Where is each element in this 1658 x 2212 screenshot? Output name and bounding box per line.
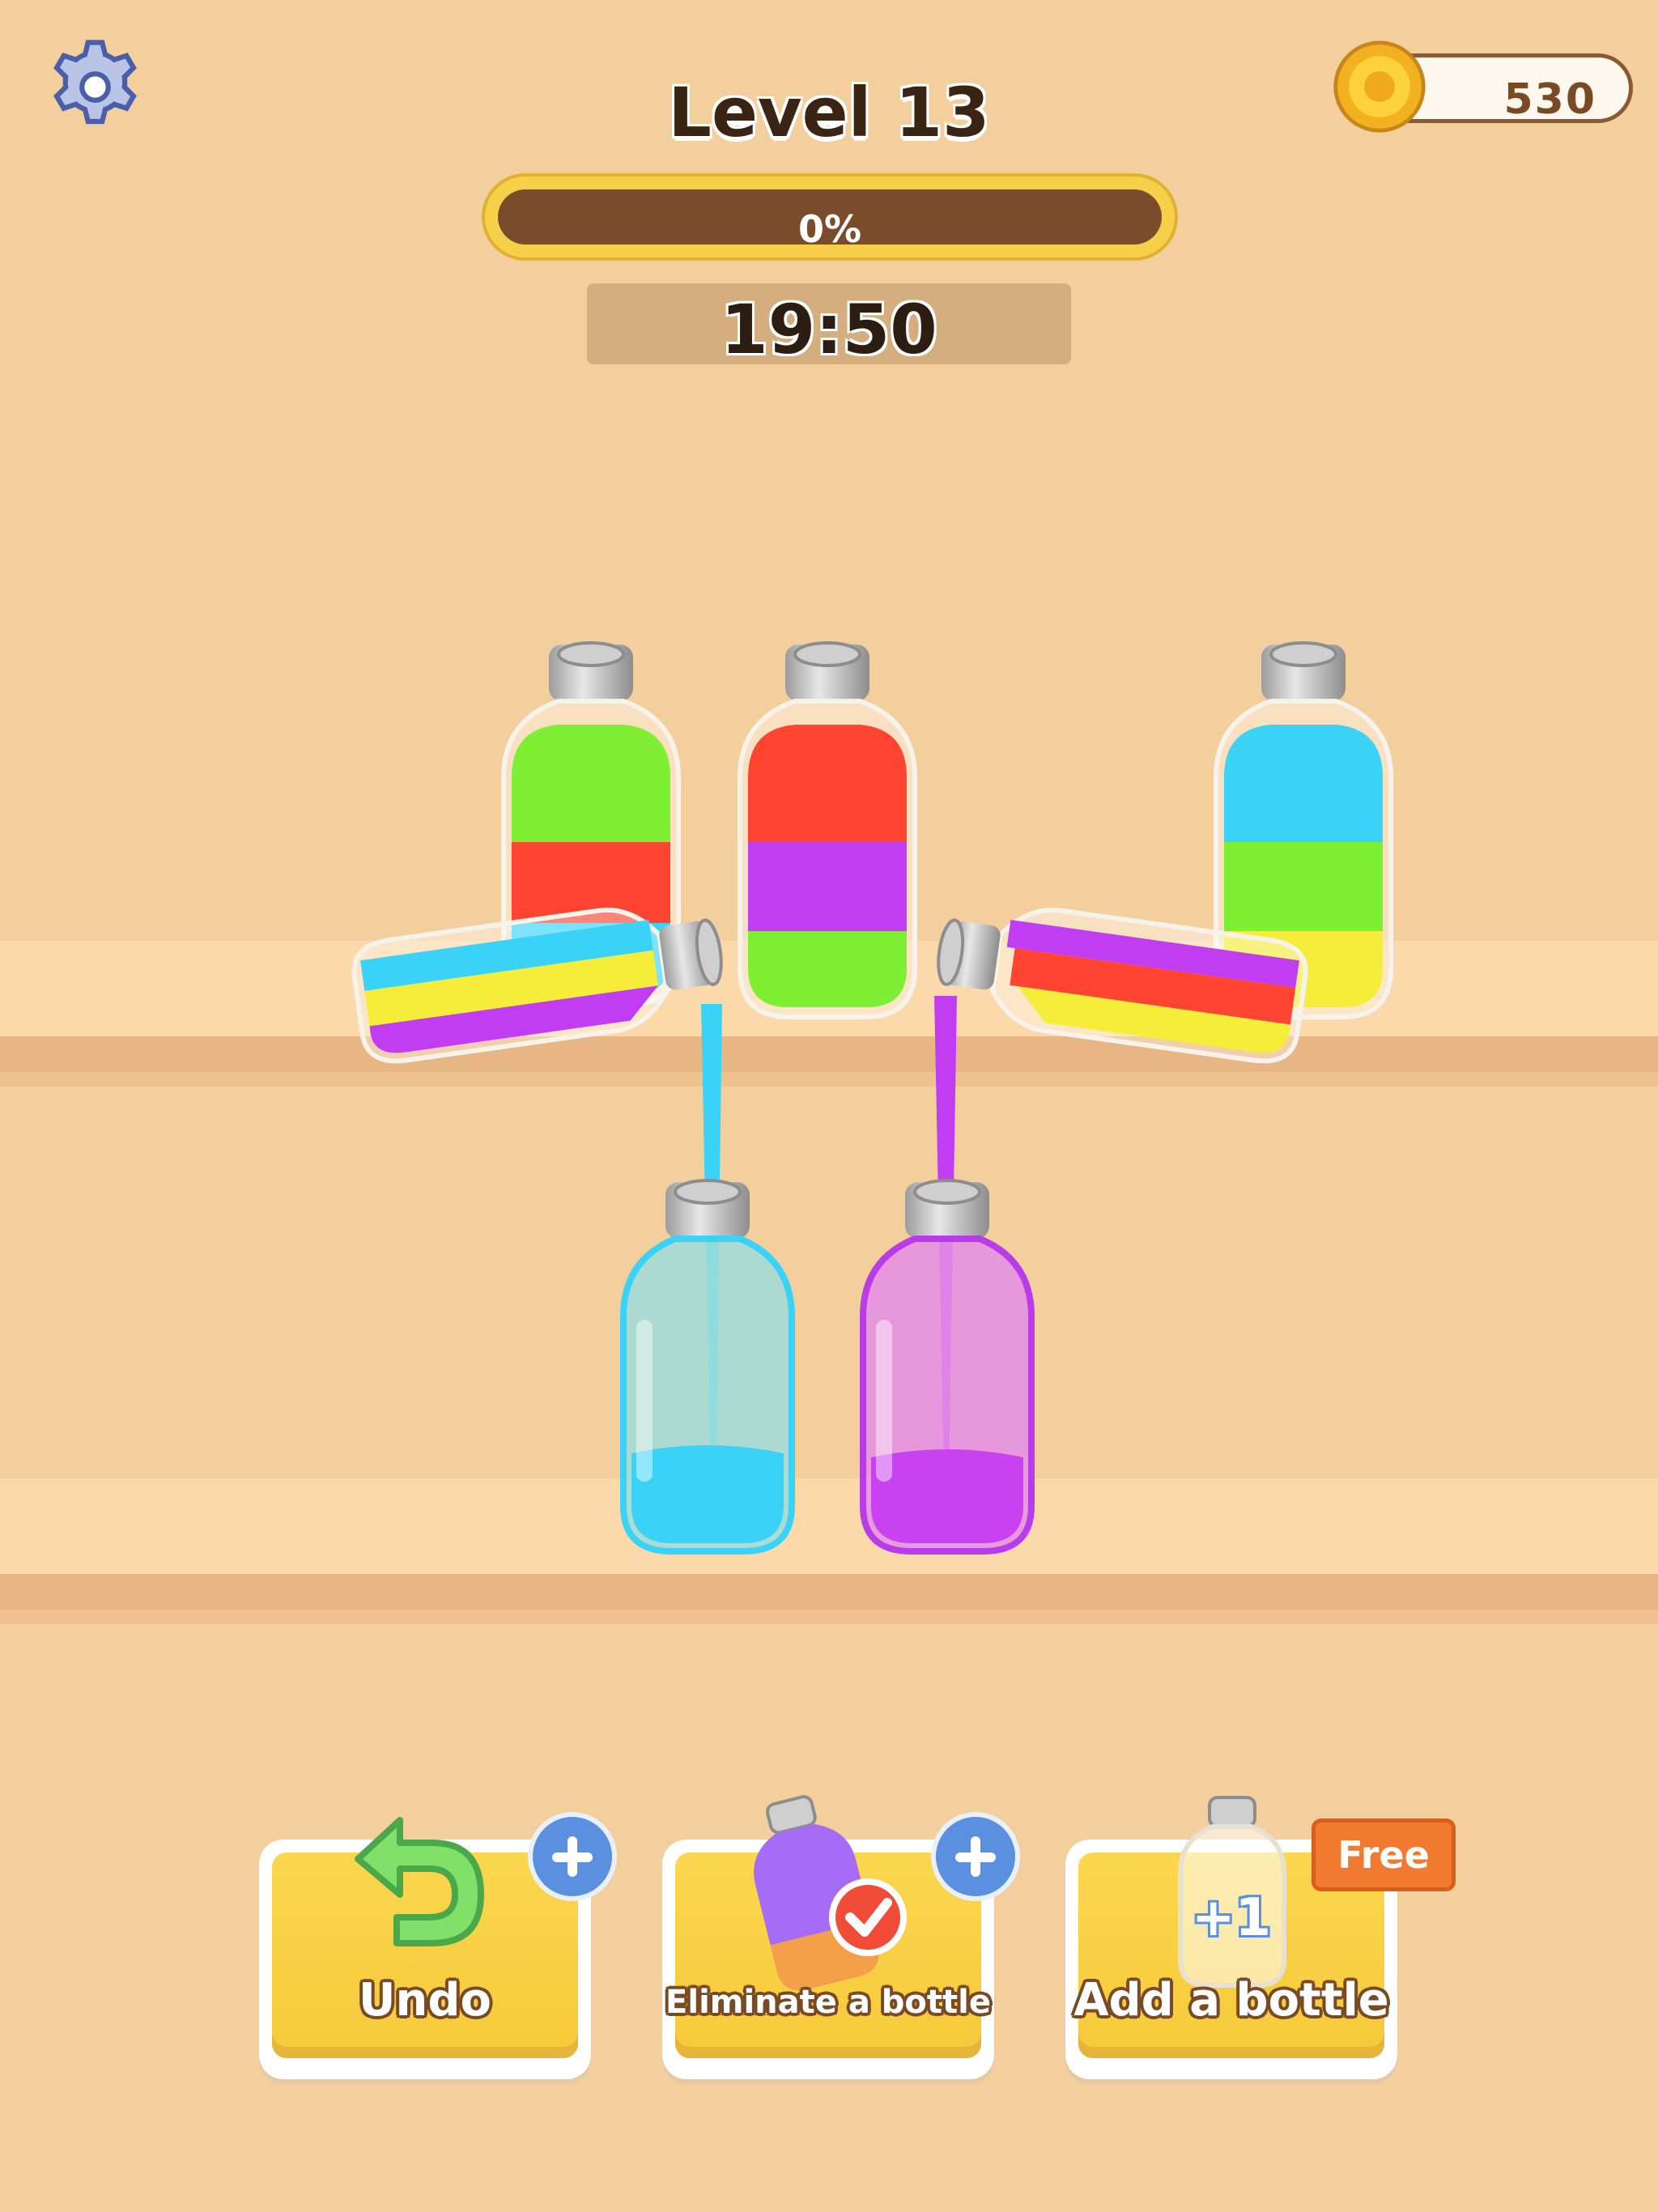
lower-shelf-edge xyxy=(0,1574,1658,1610)
undo-plus-icon[interactable] xyxy=(528,1812,617,1901)
timer-text: 19:50 xyxy=(721,290,937,369)
progress-percent: 0% xyxy=(797,207,862,245)
add-count: +1 xyxy=(1191,1888,1272,1948)
level-progress-bar: 0% xyxy=(482,173,1178,261)
bottle-6[interactable] xyxy=(620,1179,795,1555)
bottle-7[interactable] xyxy=(860,1179,1035,1555)
upper-shelf-shadow xyxy=(0,1072,1658,1087)
eliminate-bottle-icon xyxy=(754,1795,907,1991)
eliminate-bottle-button[interactable]: Eliminate a bottle xyxy=(662,1795,1020,2079)
check-icon xyxy=(829,1878,907,1956)
countdown-timer: 19:50 xyxy=(587,283,1071,369)
undo-label: Undo xyxy=(359,1974,491,2027)
eliminate-label: Eliminate a bottle xyxy=(665,1984,991,2021)
undo-button[interactable]: Undo xyxy=(259,1812,617,2079)
lower-shelf-shadow xyxy=(0,1610,1658,1624)
upper-shelf-edge xyxy=(0,1036,1658,1072)
bottle-2[interactable] xyxy=(738,641,917,1019)
free-badge: Free xyxy=(1312,1819,1456,1891)
undo-arrow-icon xyxy=(355,1817,484,1946)
level-title: Level 13 xyxy=(668,73,990,152)
eliminate-plus-icon[interactable] xyxy=(931,1812,1020,1901)
add-label: Add a bottle xyxy=(1073,1974,1389,2027)
progress-track: 0% xyxy=(498,189,1162,245)
lower-shelf xyxy=(0,1478,1658,1574)
